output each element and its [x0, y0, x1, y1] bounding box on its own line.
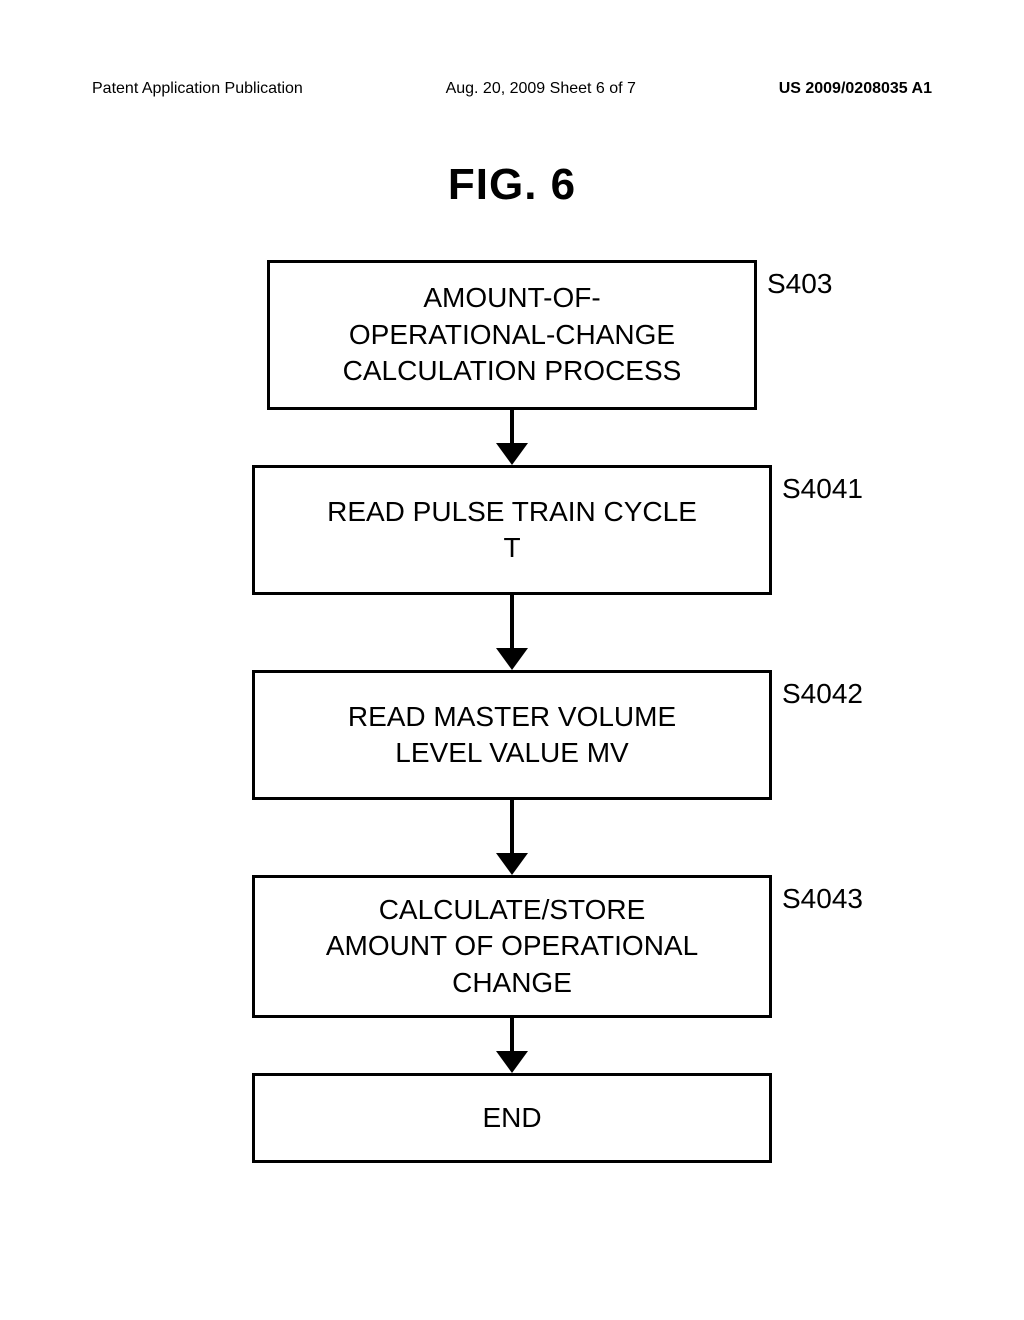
step-s4041-label: S4041 [782, 473, 863, 505]
arrow-s4043-to-end [511, 1018, 514, 1073]
step-s4043-box: CALCULATE/STORE AMOUNT OF OPERATIONAL CH… [252, 875, 772, 1018]
step-s4041-box: READ PULSE TRAIN CYCLE T [252, 465, 772, 595]
header-center: Aug. 20, 2009 Sheet 6 of 7 [446, 80, 636, 98]
flowchart: AMOUNT-OF- OPERATIONAL-CHANGE CALCULATIO… [0, 260, 1024, 1163]
step-s403-line3: CALCULATION PROCESS [343, 353, 682, 389]
step-s403-line1: AMOUNT-OF- [423, 280, 600, 316]
step-s4043-label: S4043 [782, 883, 863, 915]
step-s4041-line2: T [503, 530, 520, 566]
step-s403-line2: OPERATIONAL-CHANGE [349, 317, 675, 353]
arrow-s4042-to-s4043 [511, 800, 514, 875]
step-s4043-line2: AMOUNT OF OPERATIONAL [326, 928, 698, 964]
step-end-line1: END [482, 1100, 541, 1136]
step-s4042-line2: LEVEL VALUE MV [395, 735, 628, 771]
step-end-box: END [252, 1073, 772, 1163]
header-left: Patent Application Publication [92, 80, 303, 98]
step-s4042-box: READ MASTER VOLUME LEVEL VALUE MV [252, 670, 772, 800]
arrow-s4041-to-s4042 [511, 595, 514, 670]
step-s4042-line1: READ MASTER VOLUME [348, 699, 676, 735]
header-right: US 2009/0208035 A1 [779, 80, 932, 98]
step-s4043-line1: CALCULATE/STORE [379, 892, 646, 928]
step-s4041-line1: READ PULSE TRAIN CYCLE [327, 494, 697, 530]
step-s403-label: S403 [767, 268, 832, 300]
figure-title: FIG. 6 [0, 160, 1024, 210]
step-s4042-label: S4042 [782, 678, 863, 710]
page-header: Patent Application Publication Aug. 20, … [92, 80, 932, 98]
arrow-s403-to-s4041 [511, 410, 514, 465]
step-s403-box: AMOUNT-OF- OPERATIONAL-CHANGE CALCULATIO… [267, 260, 757, 410]
step-s4043-line3: CHANGE [452, 965, 572, 1001]
page: Patent Application Publication Aug. 20, … [0, 0, 1024, 1320]
